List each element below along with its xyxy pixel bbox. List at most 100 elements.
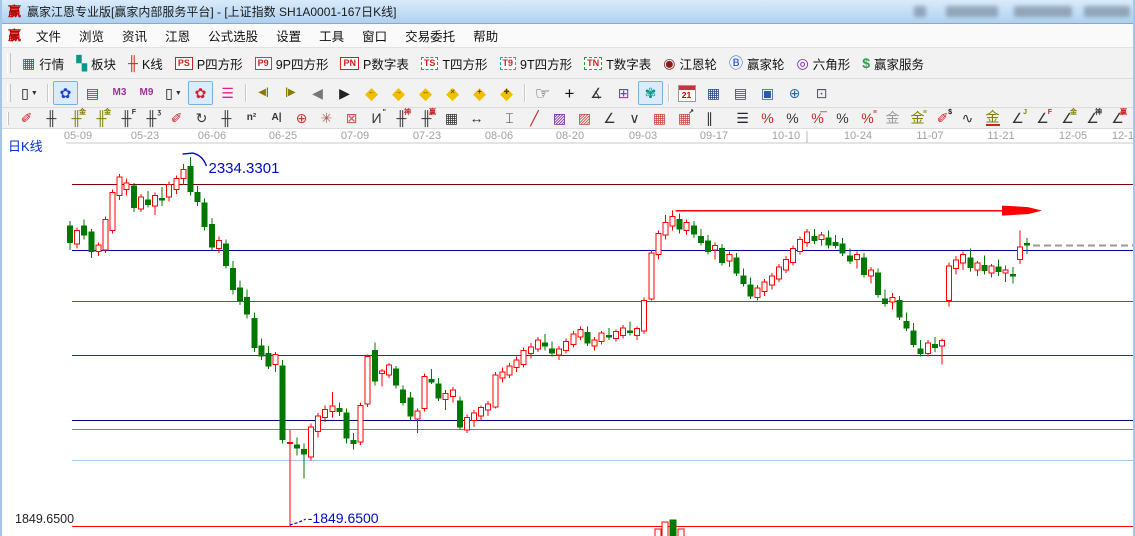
brush-red-b[interactable]: ✐: [165, 108, 188, 128]
p-square-button[interactable]: PSP四方形: [169, 52, 249, 75]
angle-lines[interactable]: ∠: [598, 108, 621, 128]
next-candle[interactable]: ▶: [332, 81, 357, 105]
diamond-expand-all[interactable]: ◆✚: [494, 81, 519, 105]
angle-measure[interactable]: ∡: [584, 81, 609, 105]
period-selector[interactable]: ▯▼: [17, 81, 42, 105]
brush-red[interactable]: ✐: [15, 108, 38, 128]
quotes-button[interactable]: ▦行情: [16, 52, 70, 75]
pencil-dollar[interactable]: ✐$: [931, 108, 954, 128]
first-page[interactable]: ◀|: [251, 81, 276, 105]
notepad[interactable]: ▤: [728, 81, 753, 105]
fence-shen[interactable]: ╫神: [390, 108, 413, 128]
angle-marks[interactable]: И": [365, 108, 388, 128]
calculator[interactable]: ▦: [701, 81, 726, 105]
menu-window[interactable]: 窗口: [353, 26, 396, 45]
parallel-lines[interactable]: ∥: [698, 108, 721, 128]
fence-gold-a[interactable]: ╫金: [65, 108, 88, 128]
calendar[interactable]: 21: [674, 81, 699, 105]
diamond-cross[interactable]: ◆+: [467, 81, 492, 105]
candle-style[interactable]: ▯▼: [161, 81, 186, 105]
circle-rotate[interactable]: ↻: [190, 108, 213, 128]
info-document[interactable]: ▤: [80, 81, 105, 105]
gann-wheel-button[interactable]: ◉江恩轮: [657, 52, 723, 75]
gold-circle[interactable]: 金: [881, 108, 904, 128]
angle-f[interactable]: ∠F: [1031, 108, 1054, 128]
t-square-button[interactable]: TST四方形: [415, 52, 494, 75]
grid-red-a[interactable]: ▦: [648, 108, 671, 128]
kline-chart[interactable]: 05-0905-2306-0606-2507-0907-2308-0608-20…: [2, 129, 1135, 536]
angle-gold[interactable]: ∠金: [1056, 108, 1079, 128]
angle-si[interactable]: ∠四: [1131, 108, 1135, 128]
period-selector-icon: ▯: [21, 86, 29, 100]
menu-settings[interactable]: 设置: [267, 26, 310, 45]
winner-wheel-button[interactable]: Ⓑ赢家轮: [723, 52, 791, 75]
angle-j[interactable]: ∠J: [1006, 108, 1029, 128]
grid-red-b[interactable]: ▦↗: [673, 108, 696, 128]
gold-lines[interactable]: 金≡: [906, 108, 929, 128]
span-measure[interactable]: ↔: [465, 108, 488, 128]
save[interactable]: ▣: [755, 81, 780, 105]
ibeam-box[interactable]: ⌶: [498, 108, 521, 128]
ruler-list[interactable]: ☰: [731, 108, 754, 128]
angle-ying[interactable]: ∠赢: [1106, 108, 1129, 128]
menu-browse[interactable]: 浏览: [70, 26, 113, 45]
hand-pan[interactable]: ☞: [530, 81, 555, 105]
crosshair[interactable]: +: [557, 81, 582, 105]
fence-plain[interactable]: ╫: [215, 108, 238, 128]
menu-help[interactable]: 帮助: [464, 26, 507, 45]
angle-shen[interactable]: ∠神: [1081, 108, 1104, 128]
kline-button[interactable]: ╫K线: [122, 52, 169, 75]
fan-box-purple[interactable]: ▨: [548, 108, 571, 128]
percent-b[interactable]: %: [831, 108, 854, 128]
percent-minus[interactable]: %—: [806, 108, 829, 128]
menu-trade-order[interactable]: 交易委托: [396, 26, 464, 45]
menu-formula-stock-picking[interactable]: 公式选股: [199, 26, 267, 45]
grid-dense[interactable]: ▦: [440, 108, 463, 128]
fence-gold-b[interactable]: ╫金: [90, 108, 113, 128]
percent-slash[interactable]: %: [756, 108, 779, 128]
menu-news[interactable]: 资讯: [113, 26, 156, 45]
diamond-right[interactable]: ◆→: [386, 81, 411, 105]
fan-box-red[interactable]: ▨: [573, 108, 596, 128]
v-bottom[interactable]: ∨: [623, 108, 646, 128]
gann-fence[interactable]: ╫: [40, 108, 63, 128]
fence-spiral[interactable]: ╫ʒ: [140, 108, 163, 128]
p9-square-button[interactable]: P99P四方形: [249, 52, 335, 75]
percent-lines[interactable]: %≡: [856, 108, 879, 128]
diamond-left[interactable]: ◆←: [359, 81, 384, 105]
t-number-table-button[interactable]: TNT数字表: [578, 52, 657, 75]
grid-cross[interactable]: ⊠: [340, 108, 363, 128]
wave-tool[interactable]: ∿: [956, 108, 979, 128]
bars-3[interactable]: M3: [107, 81, 132, 105]
gann-spiral-red[interactable]: ✿: [188, 81, 213, 105]
menu-gann[interactable]: 江恩: [156, 26, 199, 45]
fan-lines-red[interactable]: ╱: [523, 108, 546, 128]
vertical-text[interactable]: A|: [265, 108, 288, 128]
t9-square-button[interactable]: T99T四方形: [494, 52, 579, 75]
bars-9[interactable]: M9: [134, 81, 159, 105]
compass-star[interactable]: ✳: [315, 108, 338, 128]
gann-spiral-blue[interactable]: ✿: [53, 81, 78, 105]
menu-file[interactable]: 文件: [27, 26, 70, 45]
pattern-grid[interactable]: ⊞: [611, 81, 636, 105]
prev-candle[interactable]: ◀: [305, 81, 330, 105]
percent-plain[interactable]: %: [781, 108, 804, 128]
circle-crosshair[interactable]: ⊕: [290, 108, 313, 128]
gold-underline[interactable]: 金: [981, 108, 1004, 128]
hexagon-button[interactable]: ◎六角形: [791, 52, 857, 75]
last-page[interactable]: |▶: [278, 81, 303, 105]
network-share[interactable]: ⊕: [782, 81, 807, 105]
volume-histogram[interactable]: ☰: [215, 81, 240, 105]
sectors-button[interactable]: ▚板块: [70, 52, 122, 75]
diamond-compress[interactable]: ◆✕: [440, 81, 465, 105]
fence-n2[interactable]: n²: [240, 108, 263, 128]
winner-service-button[interactable]: $赢家服务: [856, 52, 930, 75]
diamond-h-expand[interactable]: ◆↔: [413, 81, 438, 105]
p-number-table-button[interactable]: PNP数字表: [334, 52, 414, 75]
chart-pane[interactable]: 05-0905-2306-0606-2507-0907-2308-0608-20…: [2, 129, 1133, 536]
gann-tool[interactable]: ✾: [638, 81, 663, 105]
fence-ying[interactable]: ╫赢: [415, 108, 438, 128]
fence-f[interactable]: ╫F: [115, 108, 138, 128]
remote-computer[interactable]: ⊡: [809, 81, 834, 105]
menu-tools[interactable]: 工具: [310, 26, 353, 45]
